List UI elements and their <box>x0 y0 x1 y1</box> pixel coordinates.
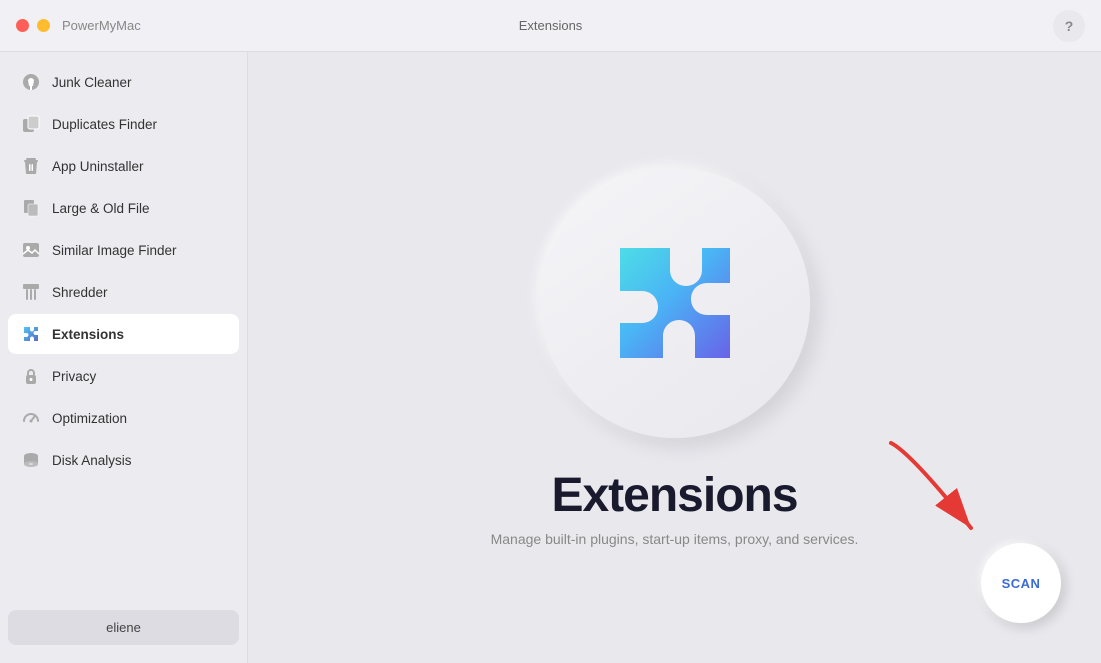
minimize-button[interactable] <box>37 19 50 32</box>
sidebar-item-similar-image-finder[interactable]: Similar Image Finder <box>8 230 239 270</box>
file-icon <box>20 197 42 219</box>
image-icon <box>20 239 42 261</box>
sidebar-item-app-uninstaller[interactable]: App Uninstaller <box>8 146 239 186</box>
sidebar-item-optimization[interactable]: Optimization <box>8 398 239 438</box>
puzzle-icon <box>20 323 42 345</box>
broom-icon <box>20 71 42 93</box>
main-layout: Junk Cleaner Duplicates Finder <box>0 52 1101 663</box>
sidebar-label-junk-cleaner: Junk Cleaner <box>52 75 132 90</box>
sidebar-label-large-old-file: Large & Old File <box>52 201 150 216</box>
shred-icon <box>20 281 42 303</box>
sidebar-item-disk-analysis[interactable]: Disk Analysis <box>8 440 239 480</box>
sidebar-item-privacy[interactable]: Privacy <box>8 356 239 396</box>
sidebar-footer: eliene <box>8 602 239 653</box>
close-button[interactable] <box>16 19 29 32</box>
extensions-title: Extensions <box>551 468 797 523</box>
sidebar-label-duplicates-finder: Duplicates Finder <box>52 117 157 132</box>
app-brand: PowerMyMac <box>62 18 141 33</box>
red-arrow <box>881 433 1011 553</box>
trash-icon <box>20 155 42 177</box>
extensions-description: Manage built-in plugins, start-up items,… <box>491 531 859 547</box>
scan-button[interactable]: SCAN <box>981 543 1061 623</box>
lock-icon <box>20 365 42 387</box>
sidebar-label-shredder: Shredder <box>52 285 108 300</box>
sidebar: Junk Cleaner Duplicates Finder <box>0 52 248 663</box>
window-title: Extensions <box>519 18 583 33</box>
sidebar-item-junk-cleaner[interactable]: Junk Cleaner <box>8 62 239 102</box>
user-button[interactable]: eliene <box>8 610 239 645</box>
sidebar-label-optimization: Optimization <box>52 411 127 426</box>
sidebar-label-similar-image-finder: Similar Image Finder <box>52 243 177 258</box>
sidebar-label-disk-analysis: Disk Analysis <box>52 453 132 468</box>
disk-icon <box>20 449 42 471</box>
sidebar-item-shredder[interactable]: Shredder <box>8 272 239 312</box>
copy-icon <box>20 113 42 135</box>
sidebar-label-extensions: Extensions <box>52 327 124 342</box>
title-bar: PowerMyMac Extensions ? <box>0 0 1101 52</box>
help-button[interactable]: ? <box>1053 10 1085 42</box>
traffic-lights <box>16 19 50 32</box>
sidebar-label-app-uninstaller: App Uninstaller <box>52 159 144 174</box>
sidebar-item-extensions[interactable]: Extensions <box>8 314 239 354</box>
sidebar-item-duplicates-finder[interactable]: Duplicates Finder <box>8 104 239 144</box>
sidebar-label-privacy: Privacy <box>52 369 96 384</box>
sidebar-item-large-old-file[interactable]: Large & Old File <box>8 188 239 228</box>
puzzle-large-icon <box>595 223 755 383</box>
speed-icon <box>20 407 42 429</box>
content-area: Extensions Manage built-in plugins, star… <box>248 52 1101 663</box>
extension-icon-circle <box>540 168 810 438</box>
